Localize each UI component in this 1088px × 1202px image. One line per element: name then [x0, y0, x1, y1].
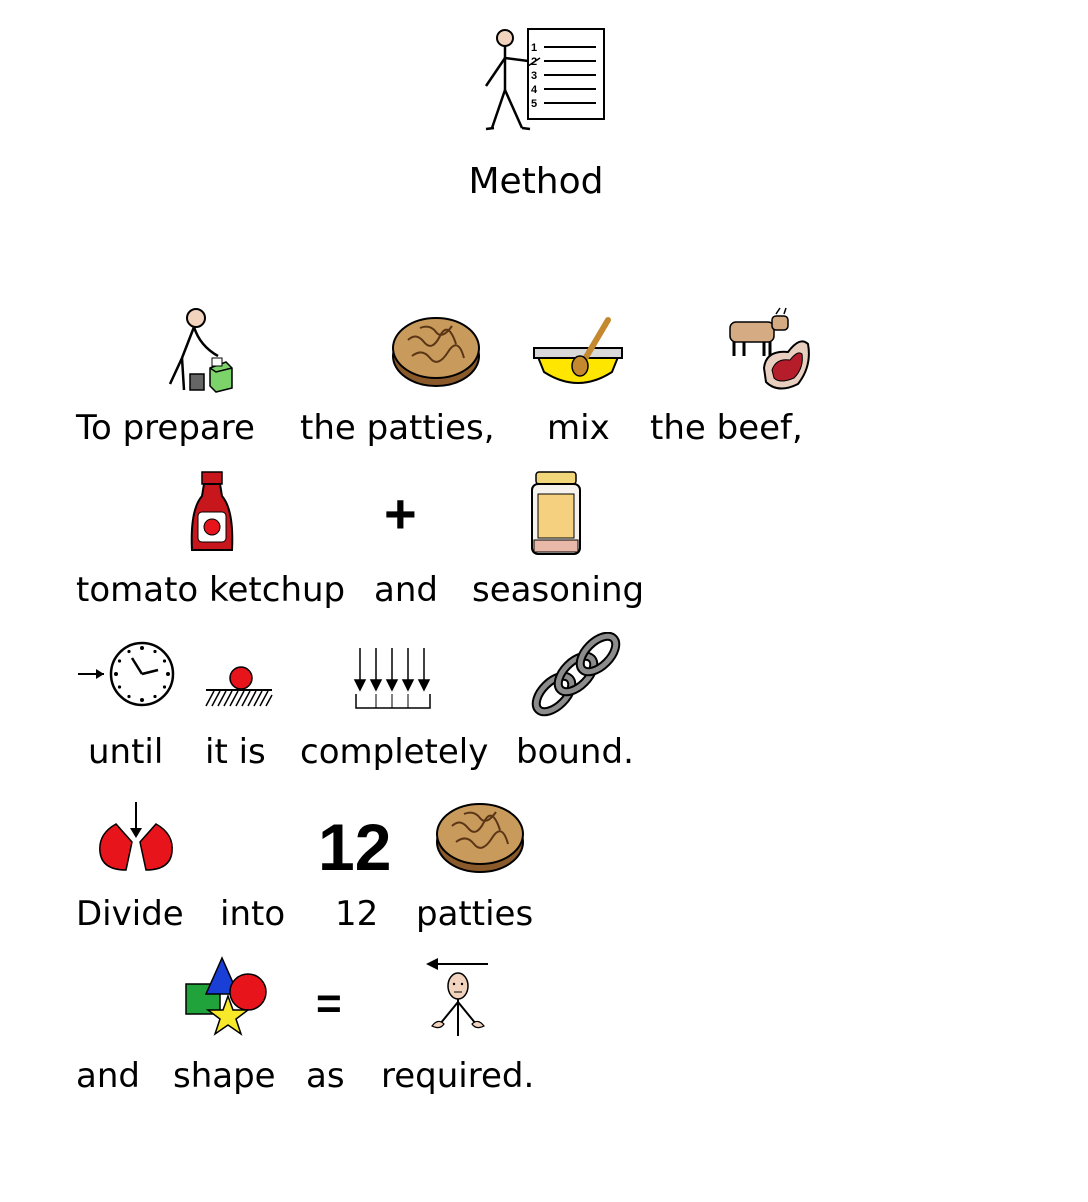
seasoning-jar-icon — [528, 468, 584, 558]
word-into: into — [220, 894, 286, 934]
list-number-3: 3 — [531, 70, 537, 82]
word-and-1: and — [374, 570, 438, 610]
completely-arrows-icon — [350, 646, 436, 712]
word-tomato-ketchup: tomato ketchup — [76, 570, 346, 610]
word-and-2: and — [76, 1056, 140, 1096]
clock-until-icon — [78, 640, 178, 710]
word-shape: shape — [173, 1056, 276, 1096]
word-divide: Divide — [76, 894, 184, 934]
divide-icon — [96, 802, 176, 876]
patty-icon-2 — [434, 798, 526, 876]
it-is-icon — [204, 664, 274, 710]
word-mix: mix — [547, 408, 610, 448]
list-number-1: 1 — [531, 42, 537, 54]
word-to-prepare: To prepare — [76, 408, 255, 448]
word-12: 12 — [335, 894, 379, 934]
word-the-beef: the beef, — [650, 408, 803, 448]
method-list-icon: 1 2 3 4 5 — [478, 24, 608, 134]
list-number-5: 5 — [531, 98, 537, 110]
number-twelve-symbol: 12 — [318, 810, 392, 884]
word-bound: bound. — [516, 732, 634, 772]
equals-symbol: = — [316, 979, 342, 1028]
word-as: as — [306, 1056, 345, 1096]
word-until: until — [88, 732, 164, 772]
list-number-4: 4 — [531, 84, 538, 96]
word-required: required. — [381, 1056, 535, 1096]
word-completely: completely — [300, 732, 489, 772]
word-seasoning: seasoning — [472, 570, 645, 610]
plus-symbol: + — [384, 482, 417, 545]
person-required-icon — [420, 954, 496, 1040]
ketchup-bottle-icon — [186, 470, 238, 556]
shapes-icon — [184, 956, 272, 1042]
beef-icon — [724, 306, 814, 396]
person-preparing-icon — [160, 306, 240, 396]
word-patties: patties — [416, 894, 534, 934]
word-the-patties: the patties, — [300, 408, 495, 448]
word-it-is: it is — [205, 732, 266, 772]
chain-link-icon — [530, 632, 622, 718]
patty-icon — [390, 312, 482, 390]
mixing-bowl-icon — [532, 314, 624, 390]
page-title: Method — [468, 161, 604, 202]
